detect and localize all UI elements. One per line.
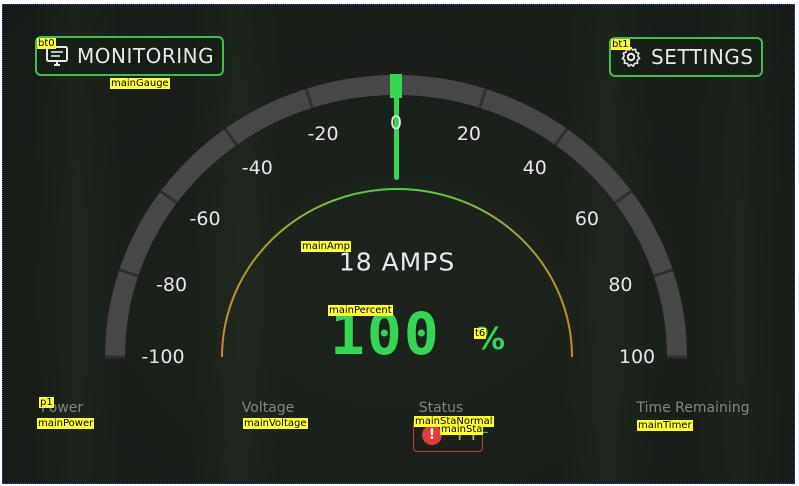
gauge-tick-label: -60 [189, 208, 221, 231]
gauge-tick-label: 80 [608, 273, 633, 296]
gauge-tick-label: 100 [618, 346, 656, 368]
tag-main-voltage: mainVoltage [243, 418, 308, 429]
gauge-needle [394, 90, 399, 180]
gauge-tick-label: -40 [241, 156, 273, 179]
gauge-tick-label: 0 [389, 112, 403, 134]
tag-main-sta: mainSta [440, 424, 484, 435]
amp-reading: 18 AMPS [338, 247, 456, 277]
gauge-tick-label: -20 [307, 123, 339, 146]
tag-main-timer: mainTimer [637, 420, 693, 431]
monitoring-button[interactable]: MONITORING [35, 36, 225, 76]
settings-label: SETTINGS [651, 45, 754, 69]
status-label: Status [418, 400, 464, 416]
gauge-tick-label: -80 [156, 273, 188, 296]
voltage-label: Voltage [241, 400, 295, 416]
gauge-tick-label: 60 [574, 208, 600, 231]
tag-main-power: mainPower [37, 418, 95, 429]
tag-p1: p1 [39, 397, 54, 408]
tag-main-amp: mainAmp [301, 241, 351, 252]
tag-main-gauge: mainGauge [110, 78, 170, 89]
alert-icon: ! [422, 425, 442, 445]
tag-bt0: bt0 [37, 38, 56, 49]
monitoring-label: MONITORING [77, 44, 215, 68]
tag-t6: t6 [474, 328, 487, 339]
tag-bt1: bt1 [611, 39, 630, 50]
timer-label: Time Remaining [636, 400, 750, 416]
tag-main-percent: mainPercent [328, 305, 393, 316]
gauge-tick-label: 40 [522, 156, 547, 179]
gauge-tick-label: 20 [456, 123, 482, 146]
settings-button[interactable]: SETTINGS [609, 37, 764, 77]
gauge-tick-label: -100 [141, 346, 185, 368]
